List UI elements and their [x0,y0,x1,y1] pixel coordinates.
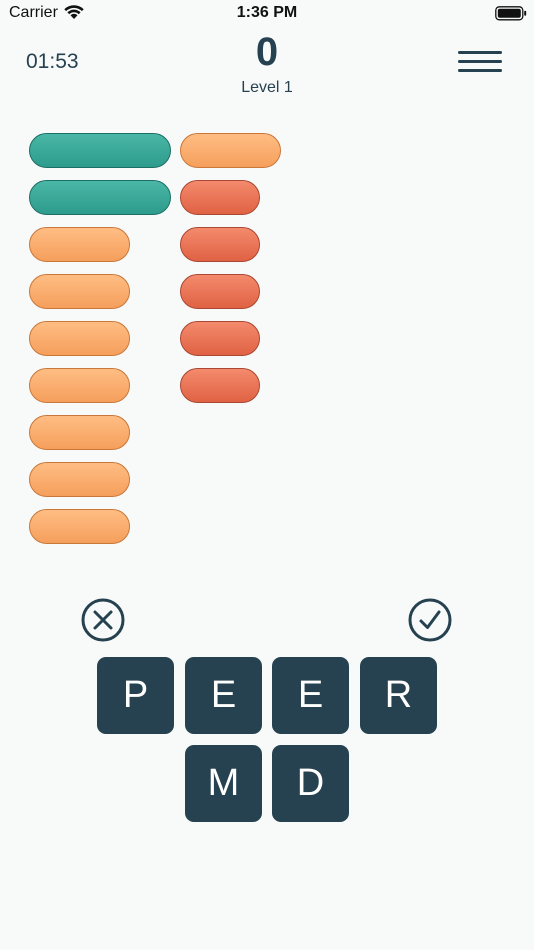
hamburger-icon-line [458,60,502,63]
word-slot-empty [29,462,130,497]
word-slot-empty [29,415,130,450]
battery-icon [495,6,527,21]
word-slot-empty [29,368,130,403]
word-slot-hot [180,180,260,215]
word-slot-found [29,180,171,215]
check-circle-icon [408,598,452,642]
letter-tile[interactable]: P [97,657,174,734]
letter-tile[interactable]: E [272,657,349,734]
close-circle-icon [81,598,125,642]
menu-button[interactable] [458,49,503,75]
word-slot-empty [29,321,130,356]
word-slot-empty [29,227,130,262]
word-slot-hot [180,227,260,262]
word-slot-hot [180,274,260,309]
letter-tile[interactable]: D [272,745,349,822]
hamburger-icon-line [458,51,502,54]
submit-button[interactable] [408,598,452,642]
word-slot-hot [180,368,260,403]
hamburger-icon-line [458,69,502,72]
letter-tile[interactable]: R [360,657,437,734]
letter-tile[interactable]: M [185,745,262,822]
status-time: 1:36 PM [236,4,298,21]
clear-button[interactable] [81,598,125,642]
letter-tile[interactable]: E [185,657,262,734]
word-slot-found [29,133,171,168]
score: 0 [255,30,279,74]
word-slot-empty [29,509,130,544]
word-slot-empty [180,133,281,168]
word-slot-hot [180,321,260,356]
word-slot-empty [29,274,130,309]
status-bar: Carrier 1:36 PM [0,0,534,28]
level-label: Level 1 [241,79,293,96]
